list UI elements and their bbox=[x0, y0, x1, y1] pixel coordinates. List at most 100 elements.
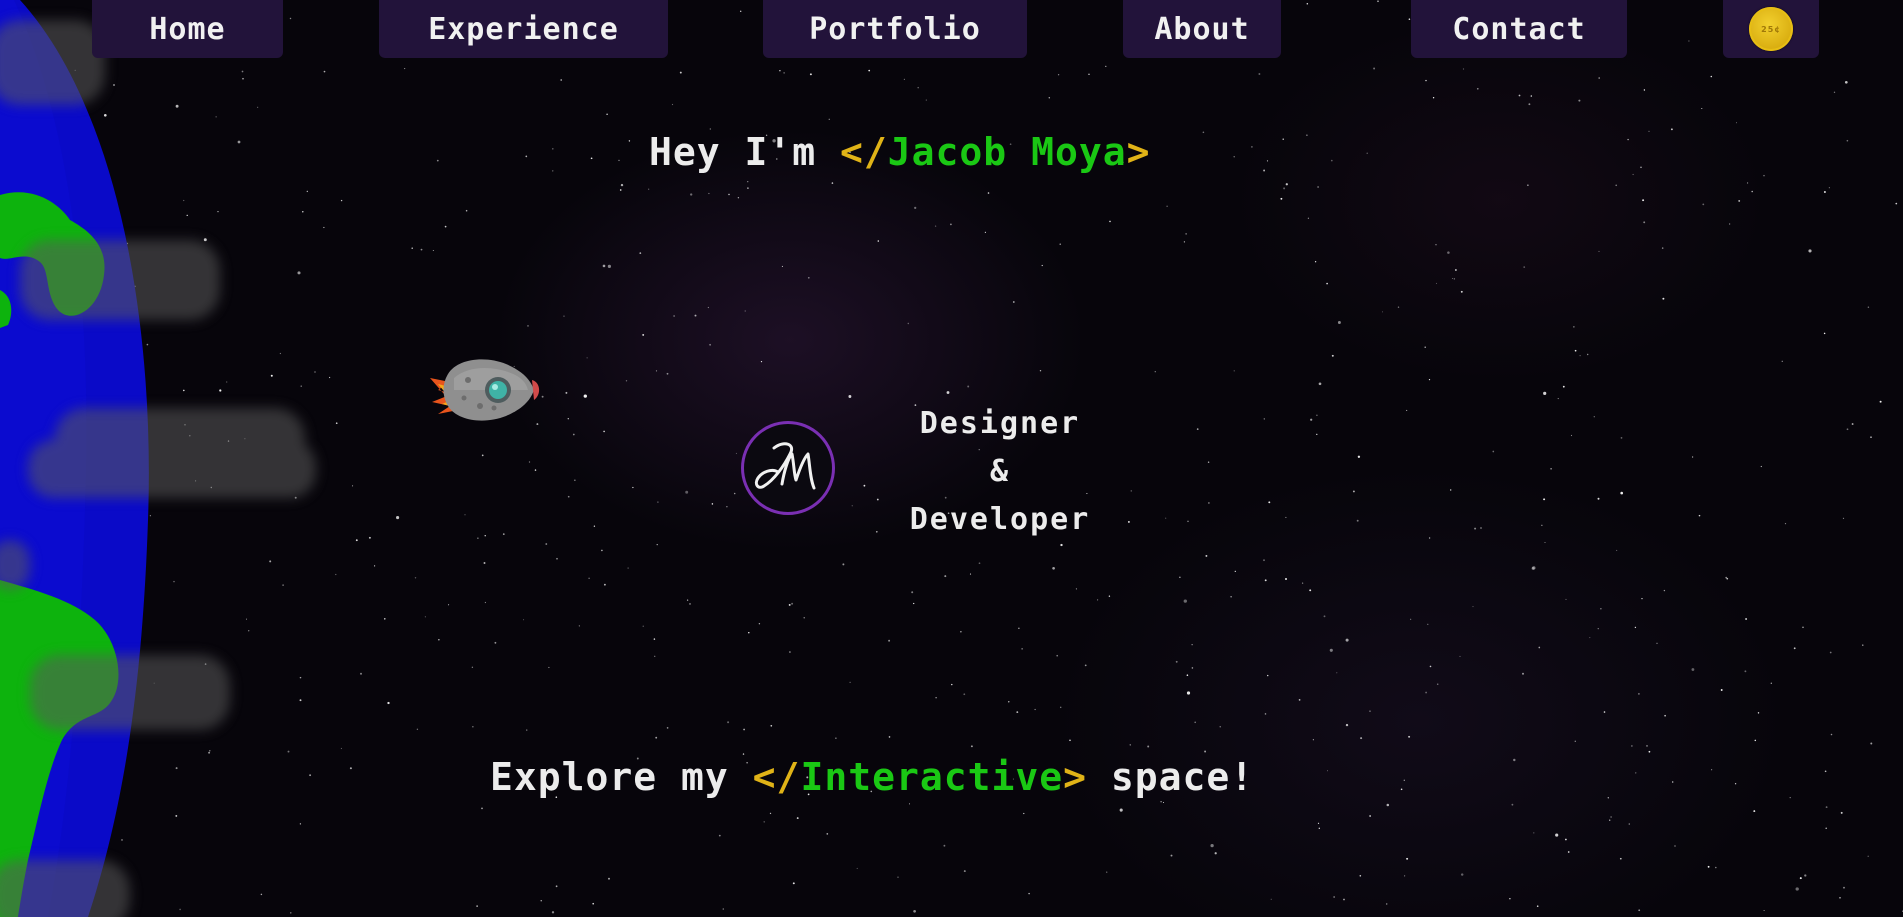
star bbox=[1734, 783, 1737, 785]
star bbox=[1688, 40, 1690, 42]
star bbox=[1034, 708, 1036, 711]
role-line-developer: Developer bbox=[909, 502, 1091, 537]
star bbox=[1842, 517, 1845, 520]
star bbox=[396, 516, 400, 520]
star bbox=[707, 306, 710, 309]
nav-experience-button[interactable]: Experience bbox=[379, 0, 668, 58]
star bbox=[654, 655, 656, 657]
star bbox=[1187, 520, 1189, 523]
star bbox=[1879, 400, 1882, 403]
nav-home-button[interactable]: Home bbox=[92, 0, 283, 58]
star bbox=[464, 514, 466, 516]
star bbox=[592, 902, 595, 905]
star bbox=[946, 391, 950, 394]
star bbox=[483, 562, 486, 564]
star bbox=[1301, 582, 1304, 584]
nav-contact-button[interactable]: Contact bbox=[1411, 0, 1627, 58]
star bbox=[1643, 89, 1646, 91]
star bbox=[1536, 905, 1539, 907]
star bbox=[1282, 138, 1284, 140]
star bbox=[603, 583, 606, 586]
star bbox=[1316, 433, 1318, 436]
star bbox=[1648, 130, 1650, 133]
star bbox=[888, 736, 891, 738]
star bbox=[1589, 637, 1591, 639]
star bbox=[944, 575, 947, 578]
star bbox=[1643, 221, 1646, 224]
jm-monogram-icon[interactable] bbox=[741, 421, 835, 515]
star bbox=[1352, 490, 1355, 493]
star bbox=[722, 908, 725, 910]
star bbox=[1747, 182, 1749, 184]
star bbox=[1620, 491, 1624, 495]
star bbox=[1403, 779, 1405, 781]
star bbox=[1314, 261, 1317, 263]
star bbox=[608, 877, 610, 880]
star bbox=[1359, 875, 1362, 877]
star bbox=[1377, 0, 1379, 3]
star bbox=[655, 736, 658, 739]
star bbox=[1230, 596, 1232, 598]
star bbox=[526, 729, 528, 731]
star bbox=[655, 370, 658, 372]
star bbox=[1323, 615, 1326, 618]
star bbox=[950, 223, 952, 226]
star bbox=[1400, 788, 1403, 791]
star bbox=[1607, 797, 1609, 799]
star bbox=[1839, 896, 1841, 899]
star bbox=[540, 900, 542, 902]
star bbox=[607, 264, 611, 268]
star bbox=[368, 536, 371, 539]
star bbox=[387, 701, 390, 705]
star bbox=[917, 86, 919, 89]
nav-about-button[interactable]: About bbox=[1123, 0, 1281, 58]
star bbox=[1109, 220, 1111, 223]
star bbox=[1436, 683, 1439, 686]
star bbox=[432, 250, 434, 251]
nav-portfolio-button[interactable]: Portfolio bbox=[763, 0, 1027, 58]
nav-home-label: Home bbox=[149, 11, 226, 47]
star bbox=[1410, 618, 1412, 620]
star bbox=[1541, 524, 1543, 526]
star bbox=[1698, 514, 1701, 517]
star bbox=[1309, 589, 1312, 592]
star bbox=[424, 616, 426, 618]
star bbox=[1233, 370, 1235, 372]
star bbox=[1018, 627, 1020, 629]
star bbox=[578, 625, 580, 627]
star bbox=[1763, 909, 1765, 912]
star bbox=[1210, 843, 1214, 848]
star bbox=[737, 197, 740, 199]
star bbox=[1823, 332, 1826, 335]
star bbox=[416, 728, 419, 730]
star bbox=[481, 807, 483, 810]
star bbox=[1263, 169, 1266, 172]
star bbox=[1119, 808, 1123, 812]
explore-suffix: space! bbox=[1087, 755, 1255, 799]
star bbox=[876, 498, 879, 501]
star bbox=[563, 315, 565, 317]
star bbox=[555, 885, 558, 888]
star bbox=[735, 452, 737, 454]
star bbox=[783, 72, 785, 74]
star bbox=[1828, 187, 1830, 189]
star bbox=[1186, 674, 1189, 676]
star bbox=[1160, 800, 1162, 803]
coin-button[interactable]: 25¢ bbox=[1723, 0, 1819, 58]
star bbox=[565, 391, 568, 394]
star bbox=[1385, 903, 1388, 905]
star bbox=[848, 395, 852, 398]
star bbox=[1432, 97, 1435, 99]
star bbox=[803, 617, 805, 619]
star bbox=[1207, 461, 1210, 463]
rocket-icon[interactable] bbox=[428, 350, 548, 440]
star bbox=[1578, 99, 1581, 102]
star bbox=[1472, 606, 1474, 608]
star bbox=[1830, 733, 1833, 736]
star bbox=[1757, 712, 1760, 714]
star bbox=[1316, 414, 1318, 416]
star bbox=[1640, 166, 1642, 169]
star bbox=[1587, 353, 1589, 356]
name-close-bracket: > bbox=[1126, 130, 1151, 174]
star bbox=[1179, 576, 1181, 578]
